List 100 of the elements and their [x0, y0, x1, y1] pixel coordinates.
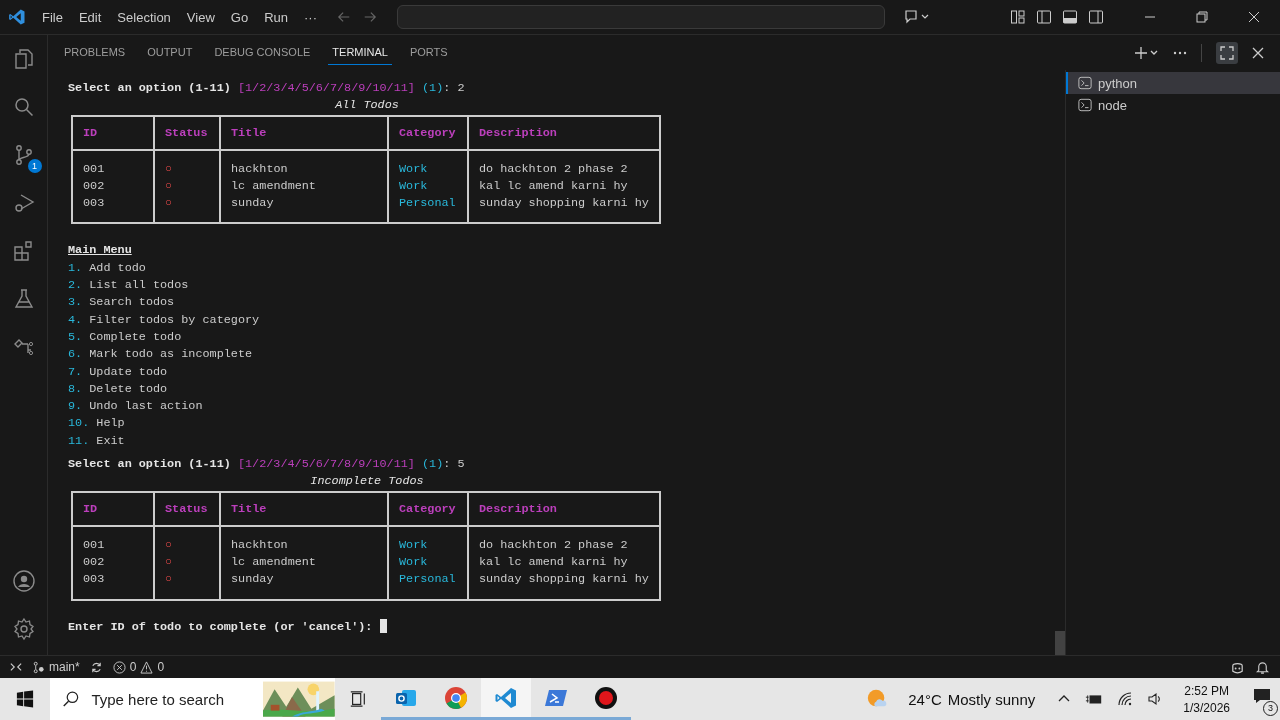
forward-arrow-icon[interactable] — [363, 10, 377, 24]
table-cell: sunday shopping karni hy — [479, 571, 649, 589]
weather-text[interactable]: Mostly sunny — [947, 690, 1036, 708]
status-icon: ○ — [165, 160, 209, 178]
column-header: Description — [479, 125, 557, 140]
new-terminal-icon[interactable] — [1135, 45, 1159, 60]
panel-tab[interactable]: TERMINAL — [328, 40, 392, 65]
menu-option: 1. Add todo — [68, 259, 1031, 278]
column-header: Status — [165, 125, 208, 140]
count-badge: 1 — [27, 159, 42, 173]
column-header: ID — [83, 125, 98, 140]
prompt-line: Select an option (1-11) [1/2/3/4/5/6/7/8/9/10/11] (1): 5 — [68, 456, 466, 474]
restore-icon[interactable] — [1196, 11, 1208, 23]
menu-option: 11. Exit — [68, 432, 1031, 451]
layout-icon[interactable] — [1010, 9, 1026, 25]
branch-indicator[interactable]: main* — [32, 660, 80, 674]
menu-item[interactable]: View — [178, 5, 223, 29]
table-cell: sunday shopping karni hy — [479, 195, 649, 213]
menu-heading: Main Menu — [68, 243, 132, 258]
menu-item[interactable]: Go — [222, 5, 257, 29]
record-app-icon[interactable] — [594, 685, 618, 710]
menu-item[interactable]: ··· — [296, 5, 325, 29]
app-logo-icon — [8, 8, 26, 26]
sidebar-toggle-icon[interactable] — [1036, 9, 1052, 25]
table-cell-text: Work — [399, 160, 429, 178]
table-cell-text: 003 — [83, 571, 106, 589]
table-cell-text: lc amendment — [231, 553, 317, 571]
panel-tab[interactable]: OUTPUT — [143, 40, 197, 65]
terminal-icon — [1078, 98, 1092, 112]
column-header: Title — [231, 125, 267, 140]
status-icon: ○ — [165, 177, 209, 196]
table-cell-text: kal lc amend karni hy — [479, 553, 629, 571]
table-title: All Todos — [335, 98, 399, 113]
table-cell-text: Work — [399, 177, 429, 195]
battery-icon[interactable] — [1085, 692, 1104, 706]
menu-option: 6. Mark todo as incomplete — [68, 346, 1031, 364]
menu-option: 2. List all todos — [68, 277, 1031, 295]
clock[interactable]: 2:52 PM 1/3/2026 — [1183, 683, 1230, 715]
settings-icon[interactable] — [11, 617, 36, 641]
table-title: Incomplete Todos — [310, 474, 424, 489]
column-header: ID — [83, 501, 98, 516]
bell-icon[interactable] — [1255, 659, 1270, 675]
back-arrow-icon[interactable] — [337, 10, 351, 24]
scrollbar-thumb[interactable] — [1055, 631, 1065, 655]
column-header: Status — [165, 501, 208, 516]
table-cell-text: kal lc amend karni hy — [479, 177, 629, 195]
notifications-button[interactable]: 3 — [1244, 682, 1280, 716]
column-header: Description — [479, 501, 557, 516]
menu-option: 10. Help — [68, 415, 1031, 433]
menu-option: 7. Update todo — [68, 363, 1031, 381]
table-cell: Personal — [399, 195, 457, 213]
menu-item[interactable]: File — [34, 5, 71, 29]
table-cell-text: lc amendment — [231, 177, 317, 195]
table-cell: Personal — [399, 571, 457, 589]
menu-option: 4. Filter todos by category — [68, 311, 1031, 329]
search-bar[interactable]: Type here to search — [50, 678, 335, 720]
task-view-icon[interactable] — [349, 690, 367, 708]
column-header: Category — [399, 501, 456, 516]
table-cell-text: hackhton — [231, 536, 289, 554]
menu-item[interactable]: Selection — [109, 5, 179, 29]
chat-sparkle-icon[interactable] — [903, 9, 929, 25]
terminal-item[interactable]: node — [1066, 94, 1280, 116]
close-icon[interactable] — [1248, 11, 1260, 23]
search-field[interactable]: Type here to search — [89, 689, 254, 709]
table-cell-text: Work — [399, 553, 429, 571]
table-cell-text: sunday — [231, 571, 275, 589]
table-cell-text: 001 — [83, 160, 106, 178]
table-cell-text: sunday — [231, 195, 275, 213]
secondary-sidebar-icon[interactable] — [1088, 9, 1104, 25]
remote-icon[interactable] — [10, 661, 22, 673]
status-icon: ○ — [165, 195, 209, 213]
panel-tab[interactable]: DEBUG CONSOLE — [210, 40, 315, 65]
table-cell-text: 003 — [83, 195, 106, 213]
problems-indicator[interactable]: 0 0 — [112, 660, 165, 674]
terminal-item[interactable]: python — [1066, 72, 1280, 94]
panel-tab[interactable]: PROBLEMS — [60, 40, 130, 65]
table-cell-text: do hackhton 2 phase 2 — [479, 536, 629, 554]
prompt-line: Enter ID of todo to complete (or 'cancel'): — [68, 619, 373, 634]
chat-bubble-icon — [1252, 686, 1272, 706]
account-icon[interactable] — [11, 569, 36, 593]
wifi-icon[interactable] — [1117, 691, 1134, 707]
table-cell-text: 002 — [83, 553, 106, 571]
panel-toggle-icon[interactable] — [1062, 9, 1078, 25]
table-cell-text: 002 — [83, 177, 106, 195]
browser-app-icon[interactable] — [444, 685, 468, 710]
code-editor-app-icon[interactable] — [494, 685, 518, 710]
table-cell-text: do hackhton 2 phase 2 — [479, 160, 629, 178]
table-cell-text: Work — [399, 536, 429, 554]
start-icon[interactable] — [16, 690, 34, 708]
menu-item[interactable]: Run — [256, 5, 296, 29]
menu-item[interactable]: Edit — [70, 5, 110, 29]
maximize-icon[interactable] — [1216, 41, 1238, 64]
status-icon: ○ — [165, 571, 209, 589]
close-icon[interactable] — [1252, 46, 1264, 59]
temperature[interactable]: 24°C — [908, 690, 942, 708]
sync-icon[interactable] — [89, 660, 103, 674]
prompt-line: Select an option (1-11) [1/2/3/4/5/6/7/8/9/10/11] (1): 2 — [68, 80, 466, 97]
panel-tab[interactable]: PORTS — [405, 40, 452, 65]
menu-option: 9. Undo last action — [68, 398, 1031, 416]
menu-option: 8. Delete todo — [68, 380, 1031, 399]
